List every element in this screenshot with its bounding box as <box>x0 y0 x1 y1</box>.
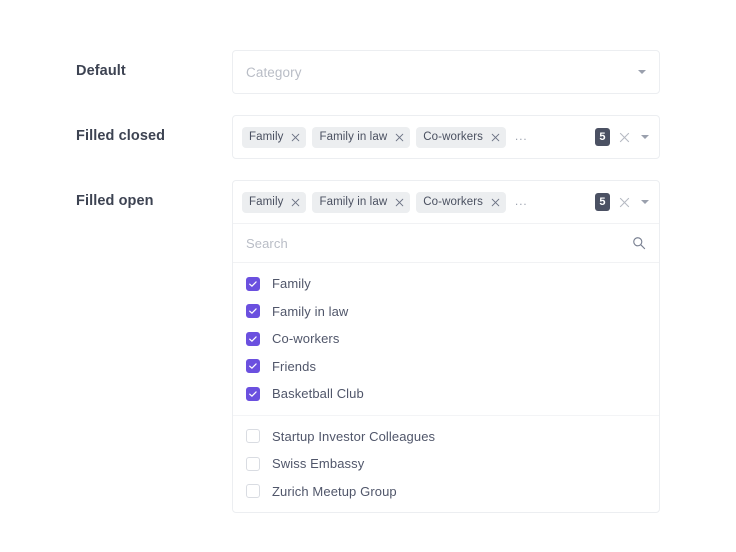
chip[interactable]: Family in law <box>312 191 411 213</box>
chip-label: Family <box>249 196 284 208</box>
selection-count-badge: 5 <box>595 193 610 211</box>
checkbox-checked-icon[interactable] <box>246 386 260 401</box>
list-item[interactable]: Family <box>233 270 659 298</box>
checkbox-checked-icon[interactable] <box>246 276 260 291</box>
close-icon[interactable] <box>290 132 301 143</box>
chip-label: Co-workers <box>423 131 484 143</box>
list-item-label: Family in law <box>272 303 349 319</box>
list-item[interactable]: Family in law <box>233 298 659 326</box>
list-item[interactable]: Friends <box>233 353 659 381</box>
checkbox-unchecked-icon[interactable] <box>246 456 260 471</box>
default-select[interactable]: Category <box>232 50 660 94</box>
selection-count-badge: 5 <box>595 128 610 146</box>
token-bar: Family Family in law Co-workers ... 5 <box>233 181 659 223</box>
list-item-label: Basketball Club <box>272 386 364 402</box>
list-item[interactable]: Co-workers <box>233 325 659 353</box>
token-bar: Family Family in law Co-workers ... 5 <box>233 116 659 158</box>
overflow-indicator[interactable]: ... <box>512 196 528 208</box>
checkbox-unchecked-icon[interactable] <box>246 484 260 499</box>
multiselect-showcase: Default Filled closed Filled open Catego… <box>0 0 736 552</box>
chip-list: Family Family in law Co-workers ... <box>242 191 587 213</box>
checkbox-checked-icon[interactable] <box>246 359 260 374</box>
caret-down-icon[interactable] <box>641 200 649 204</box>
row-label-default: Default <box>76 63 126 79</box>
list-item[interactable]: Basketball Club <box>233 380 659 408</box>
list-item[interactable]: Zurich Meetup Group <box>233 478 659 506</box>
close-icon[interactable] <box>394 197 405 208</box>
checkbox-unchecked-icon[interactable] <box>246 429 260 444</box>
chip[interactable]: Co-workers <box>416 126 507 148</box>
option-group-selected: Family Family in law Co-workers Friends <box>233 263 659 415</box>
chip-label: Family <box>249 131 284 143</box>
chip[interactable]: Co-workers <box>416 191 507 213</box>
search-icon[interactable] <box>632 236 646 250</box>
checkbox-checked-icon[interactable] <box>246 331 260 346</box>
row-label-filled-closed: Filled closed <box>76 128 166 144</box>
search-input[interactable]: Search <box>246 236 632 251</box>
default-select-placeholder: Category <box>246 64 302 80</box>
list-item-label: Co-workers <box>272 331 340 347</box>
option-group-unselected: Startup Investor Colleagues Swiss Embass… <box>233 414 659 513</box>
chip[interactable]: Family in law <box>312 126 411 148</box>
clear-all-icon[interactable] <box>618 131 631 144</box>
checkbox-checked-icon[interactable] <box>246 304 260 319</box>
chip-label: Family in law <box>319 196 388 208</box>
overflow-indicator[interactable]: ... <box>512 131 528 143</box>
close-icon[interactable] <box>290 197 301 208</box>
list-item-label: Friends <box>272 358 317 374</box>
token-actions: 5 <box>587 193 650 211</box>
token-actions: 5 <box>587 128 650 146</box>
chip-label: Family in law <box>319 131 388 143</box>
close-icon[interactable] <box>490 197 501 208</box>
filled-open-select[interactable]: Family Family in law Co-workers ... 5 Se… <box>232 180 660 513</box>
list-item-label: Swiss Embassy <box>272 456 365 472</box>
clear-all-icon[interactable] <box>618 196 631 209</box>
chip-list: Family Family in law Co-workers ... <box>242 126 587 148</box>
caret-down-icon[interactable] <box>638 70 646 74</box>
list-item-label: Zurich Meetup Group <box>272 483 397 499</box>
chip-label: Co-workers <box>423 196 484 208</box>
caret-down-icon[interactable] <box>641 135 649 139</box>
chip[interactable]: Family <box>242 126 307 148</box>
list-item-label: Family <box>272 276 311 292</box>
dropdown-search-row[interactable]: Search <box>233 223 659 263</box>
filled-closed-select[interactable]: Family Family in law Co-workers ... 5 <box>232 115 660 159</box>
list-item-label: Startup Investor Colleagues <box>272 428 436 444</box>
chip[interactable]: Family <box>242 191 307 213</box>
row-label-filled-open: Filled open <box>76 193 154 209</box>
close-icon[interactable] <box>490 132 501 143</box>
list-item[interactable]: Swiss Embassy <box>233 450 659 478</box>
list-item[interactable]: Startup Investor Colleagues <box>233 423 659 451</box>
close-icon[interactable] <box>394 132 405 143</box>
